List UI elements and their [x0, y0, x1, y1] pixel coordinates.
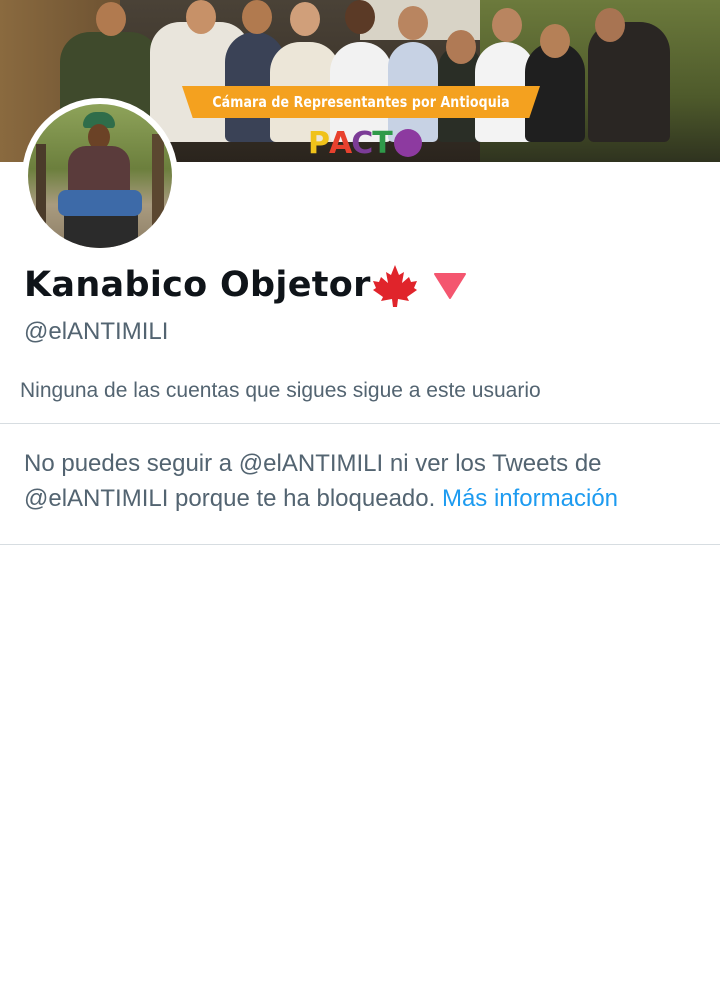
red-triangle-icon — [433, 270, 467, 300]
banner-caption: Cámara de Representantes por Antioquia — [212, 93, 510, 111]
more-info-link[interactable]: Más información — [442, 485, 618, 512]
avatar-ring — [22, 98, 178, 254]
maple-leaf-icon — [371, 263, 419, 307]
blocked-notice: No puedes seguir a @elANTIMILI ni ver lo… — [24, 446, 704, 516]
pacto-logo: PACT — [308, 124, 422, 162]
display-name: Kanabico Objetor — [24, 265, 371, 305]
divider — [0, 423, 720, 424]
dove-icon — [393, 129, 422, 157]
divider — [0, 544, 720, 545]
banner-caption-strip: Cámara de Representantes por Antioquia — [182, 86, 540, 118]
avatar[interactable] — [28, 104, 172, 248]
display-name-row: Kanabico Objetor — [24, 262, 467, 308]
profile-handle: @elANTIMILI — [24, 318, 169, 345]
followers-you-know[interactable]: Ninguna de las cuentas que sigues sigue … — [20, 379, 541, 403]
